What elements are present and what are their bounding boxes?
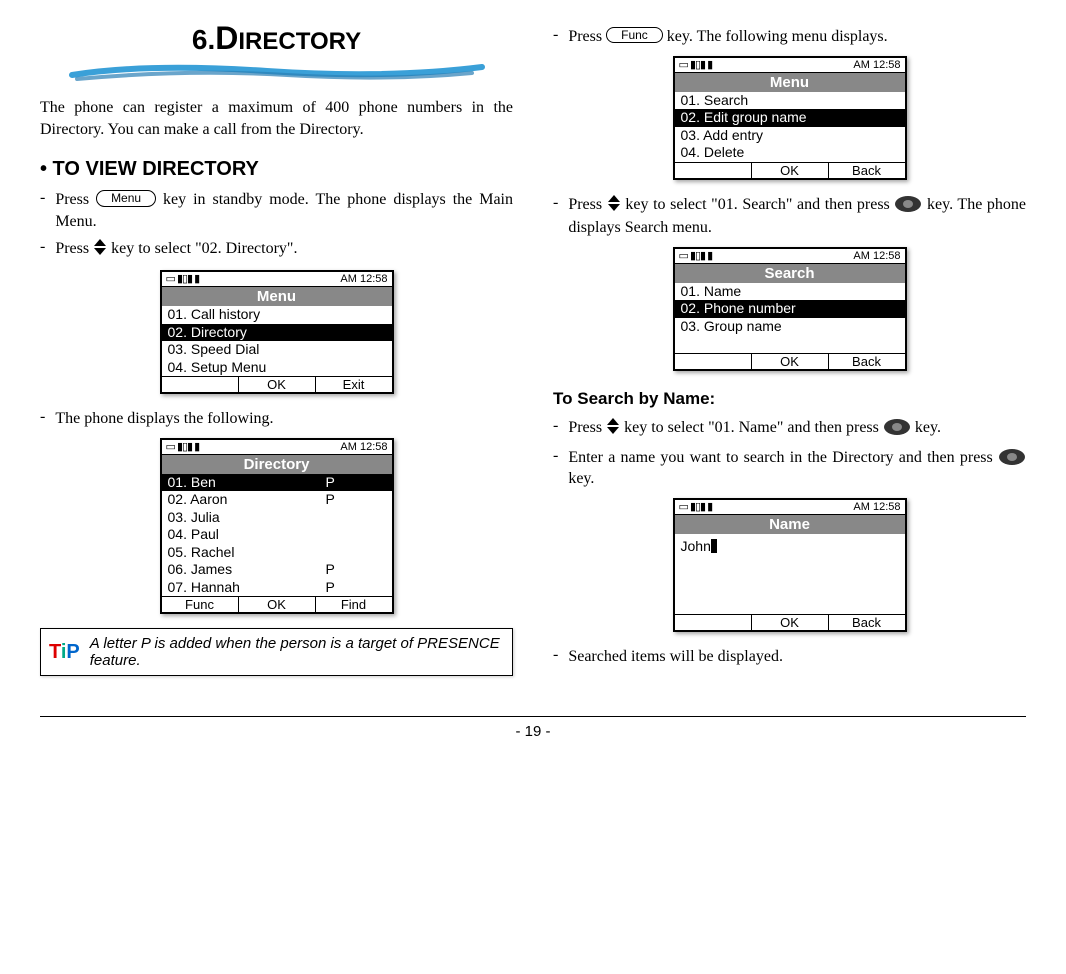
list-item: 02. Phone number	[675, 300, 905, 318]
text-cursor	[711, 539, 717, 553]
ok-key-icon	[998, 448, 1026, 466]
section-search-by-name: To Search by Name:	[553, 389, 1026, 409]
ok-key-icon	[883, 418, 911, 436]
name-input-screen: ▭ ▮▯▮ ▮AM 12:58 Name John OK Back	[673, 498, 907, 632]
softkey-center: OK	[751, 615, 828, 630]
chapter-heading: 6.DIRECTORY	[40, 20, 513, 57]
list-item: 03. Add entry	[675, 127, 905, 145]
updown-icon	[606, 418, 620, 441]
page-number: - 19 -	[40, 716, 1026, 740]
name-input: John	[675, 534, 905, 614]
list-item: 04. Delete	[675, 144, 905, 162]
updown-icon	[607, 195, 621, 218]
softkey-left	[675, 354, 751, 369]
list-item: 04. Paul	[162, 526, 392, 544]
list-item: 01. Call history	[162, 306, 392, 324]
intro-text: The phone can register a maximum of 400 …	[40, 97, 513, 140]
directory-screen: ▭ ▮▯▮ ▮AM 12:58 Directory 01. BenP 02. A…	[160, 438, 394, 615]
list-item: 03. Group name	[675, 318, 905, 336]
softkey-left	[675, 163, 751, 178]
list-item: 02. AaronP	[162, 491, 392, 509]
list-item: 06. JamesP	[162, 561, 392, 579]
menu-key: Menu	[96, 190, 156, 206]
list-item: 01. BenP	[162, 474, 392, 492]
softkey-right: Back	[828, 354, 905, 369]
tip-icon: TiP	[49, 641, 80, 664]
softkey-right: Back	[828, 163, 905, 178]
softkey-center: OK	[238, 597, 315, 612]
func-menu-screen: ▭ ▮▯▮ ▮AM 12:58 Menu 01. Search 02. Edit…	[673, 56, 907, 180]
softkey-right: Find	[315, 597, 392, 612]
list-item: 01. Name	[675, 283, 905, 301]
list-item: 03. Speed Dial	[162, 341, 392, 359]
list-item: 07. HannahP	[162, 579, 392, 597]
search-menu-screen: ▭ ▮▯▮ ▮AM 12:58 Search 01. Name 02. Phon…	[673, 247, 907, 371]
list-item: 01. Search	[675, 92, 905, 110]
func-key: Func	[606, 27, 663, 43]
softkey-left	[162, 377, 238, 392]
softkey-left	[675, 615, 751, 630]
list-item: 04. Setup Menu	[162, 359, 392, 377]
softkey-center: OK	[238, 377, 315, 392]
tip-box: TiP A letter P is added when the person …	[40, 628, 513, 676]
list-item: 02. Directory	[162, 324, 392, 342]
softkey-right: Exit	[315, 377, 392, 392]
softkey-center: OK	[751, 163, 828, 178]
softkey-center: OK	[751, 354, 828, 369]
softkey-right: Back	[828, 615, 905, 630]
updown-icon	[93, 239, 107, 262]
softkey-left: Func	[162, 597, 238, 612]
section-view-directory: • TO VIEW DIRECTORY	[40, 158, 513, 181]
ok-key-icon	[894, 195, 922, 213]
list-item: 02. Edit group name	[675, 109, 905, 127]
main-menu-screen: ▭ ▮▯▮ ▮AM 12:58 Menu 01. Call history 02…	[160, 270, 394, 394]
decorative-brush	[67, 61, 487, 83]
list-item: 03. Julia	[162, 509, 392, 527]
list-item: 05. Rachel	[162, 544, 392, 562]
